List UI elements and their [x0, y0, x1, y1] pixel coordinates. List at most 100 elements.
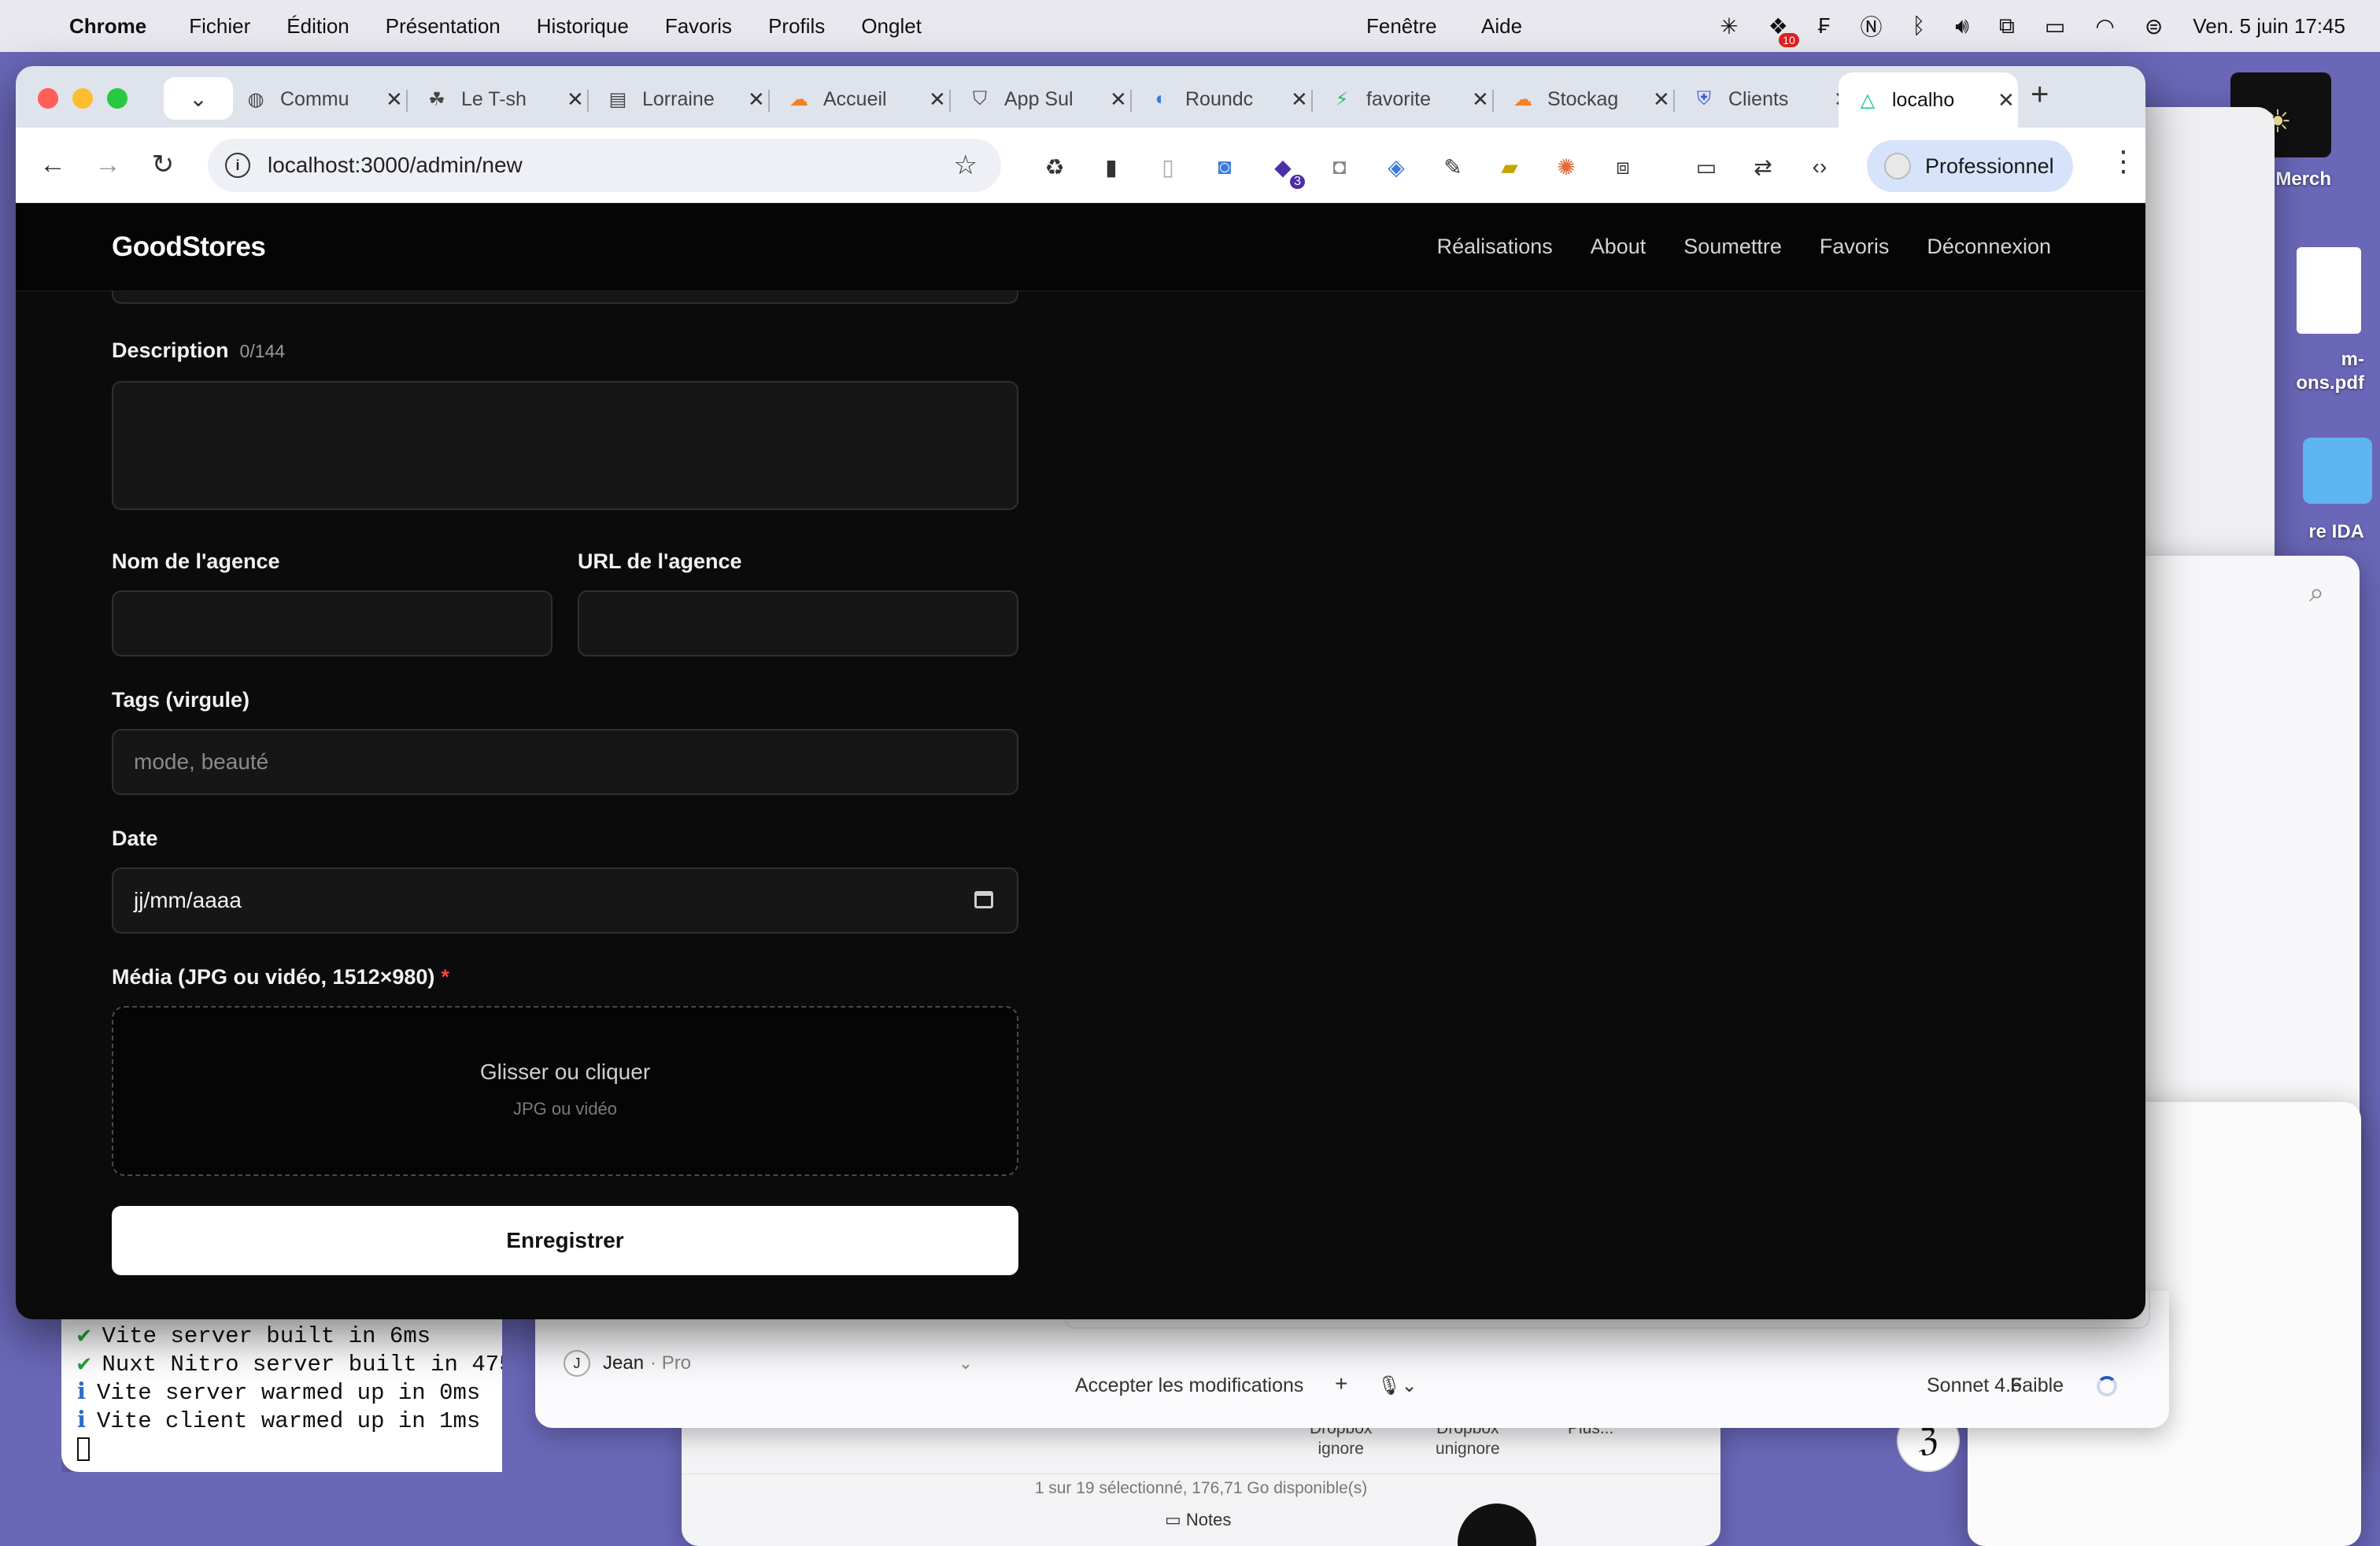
- chevron-down-icon[interactable]: ⌄: [959, 1353, 973, 1374]
- address-bar[interactable]: i localhost:3000/admin/new ☆: [208, 139, 1001, 192]
- more-menu-icon[interactable]: ⋮: [2109, 145, 2138, 178]
- tags-input[interactable]: mode, beauté: [112, 729, 1018, 795]
- starburst-extension-icon[interactable]: ✺: [1550, 151, 1582, 183]
- tab-search-button[interactable]: ⌄: [164, 77, 233, 120]
- menu-profils[interactable]: Profils: [768, 14, 825, 39]
- site-info-icon[interactable]: i: [225, 153, 250, 178]
- menu-fenetre[interactable]: Fenêtre: [1366, 14, 1437, 39]
- nav-deconnexion[interactable]: Déconnexion: [1927, 235, 2051, 259]
- agency-name-input[interactable]: [112, 590, 552, 656]
- microphone-icon[interactable]: 🎙︎⌄: [1377, 1374, 1417, 1397]
- notion-icon[interactable]: Ⓝ: [1860, 10, 1882, 42]
- wifi-icon[interactable]: ◠: [2095, 13, 2114, 39]
- back-icon[interactable]: ←: [33, 145, 72, 184]
- dark-circle-button[interactable]: [1458, 1503, 1536, 1546]
- profile-button[interactable]: Professionnel: [1867, 140, 2073, 192]
- close-window-button[interactable]: [38, 88, 58, 109]
- menu-app-chrome[interactable]: Chrome: [69, 14, 146, 39]
- zoom-window-button[interactable]: [107, 88, 128, 109]
- save-button[interactable]: Enregistrer: [112, 1206, 1018, 1275]
- tab-1[interactable]: ☘ Le T-sh ✕: [408, 76, 587, 123]
- tab-strip: ⌄ ◍ Commu ✕ ☘ Le T-sh ✕ ▤ Lorraine ✕ ☁ Accueil ✕…: [16, 66, 2145, 128]
- chrome-window: ⌄ ◍ Commu ✕ ☘ Le T-sh ✕ ▤ Lorraine ✕ ☁ Accueil ✕…: [16, 66, 2145, 1319]
- description-textarea[interactable]: [112, 381, 1018, 510]
- agency-url-input[interactable]: [578, 590, 1018, 656]
- previous-field-edge[interactable]: [112, 291, 1018, 304]
- menu-edition[interactable]: Édition: [286, 14, 349, 39]
- date-input[interactable]: jj/mm/aaaa: [112, 867, 1018, 934]
- volume-icon[interactable]: 🔊︎: [1955, 13, 1969, 39]
- close-tab-icon[interactable]: ✕: [1653, 87, 1670, 112]
- diamond-extension-icon[interactable]: ◆ 3: [1267, 151, 1305, 189]
- close-tab-icon[interactable]: ✕: [929, 87, 946, 112]
- agency-name-label: Nom de l'agence: [112, 549, 280, 573]
- close-tab-icon[interactable]: ✕: [1110, 87, 1127, 112]
- tab-4[interactable]: ⛉ App Sul ✕: [951, 76, 1130, 123]
- finder-path[interactable]: ▭ Notes: [1165, 1510, 1231, 1530]
- dropzone-subtitle: JPG ou vidéo: [512, 1099, 618, 1119]
- forward-icon[interactable]: →: [88, 145, 128, 184]
- close-tab-icon[interactable]: ✕: [1998, 88, 2015, 113]
- menu-fichier[interactable]: Fichier: [189, 14, 250, 39]
- outlook-extension-icon[interactable]: ◙: [1209, 151, 1240, 183]
- close-tab-icon[interactable]: ✕: [748, 87, 765, 112]
- screen-mirror-icon[interactable]: ⧉: [1999, 13, 2015, 39]
- tab-3[interactable]: ☁ Accueil ✕: [770, 76, 949, 123]
- extensions-puzzle-icon[interactable]: ⧈: [1607, 151, 1639, 183]
- clock[interactable]: Ven. 5 juin 17:45: [2193, 14, 2345, 39]
- menu-aide[interactable]: Aide: [1481, 14, 1522, 39]
- search-icon[interactable]: ⌕: [2309, 578, 2324, 608]
- blank-extension-icon[interactable]: ▯: [1152, 151, 1184, 183]
- nav-realisations[interactable]: Réalisations: [1437, 235, 1553, 259]
- control-center-icon[interactable]: ⊜: [2145, 13, 2163, 39]
- media-dropzone[interactable]: Glisser ou cliquer JPG ou vidéo: [112, 1006, 1018, 1176]
- nav-about[interactable]: About: [1591, 235, 1646, 259]
- model-selector[interactable]: Sonnet 4.6: [1927, 1374, 2022, 1397]
- accept-changes-button[interactable]: Accepter les modifications: [1075, 1374, 1303, 1397]
- battery-icon[interactable]: ▭: [2045, 13, 2065, 39]
- effort-selector[interactable]: Faible: [2010, 1374, 2064, 1397]
- bookmark-star-icon[interactable]: ☆: [954, 150, 978, 181]
- tag-extension-icon[interactable]: ◈: [1380, 151, 1412, 183]
- menu-favoris[interactable]: Favoris: [665, 14, 732, 39]
- camera-extension-icon[interactable]: ◘: [1324, 151, 1355, 183]
- menu-bar: Chrome Fichier Édition Présentation Hist…: [0, 0, 2380, 52]
- tab-5[interactable]: ◐ Roundc ✕: [1132, 76, 1311, 123]
- code-icon[interactable]: ‹›: [1804, 151, 1835, 183]
- desktop-folder-ida[interactable]: re IDA: [2267, 438, 2380, 543]
- date-placeholder: jj/mm/aaaa: [134, 888, 242, 912]
- menu-presentation[interactable]: Présentation: [386, 14, 501, 39]
- close-tab-icon[interactable]: ✕: [1291, 87, 1308, 112]
- reload-icon[interactable]: ↻: [143, 145, 183, 184]
- folder-extension-icon[interactable]: ▰: [1494, 151, 1525, 183]
- menu-historique[interactable]: Historique: [537, 14, 629, 39]
- tab-2[interactable]: ▤ Lorraine ✕: [589, 76, 768, 123]
- minimize-window-button[interactable]: [72, 88, 93, 109]
- new-tab-button[interactable]: +: [2031, 77, 2049, 113]
- devices-icon[interactable]: ▭: [1691, 151, 1722, 183]
- tab-7[interactable]: ☁ Stockag ✕: [1494, 76, 1673, 123]
- calendar-icon[interactable]: [974, 891, 993, 908]
- menu-onglet[interactable]: Onglet: [861, 14, 922, 39]
- nav-favoris[interactable]: Favoris: [1820, 235, 1890, 259]
- close-tab-icon[interactable]: ✕: [567, 87, 584, 112]
- dropbox-icon[interactable]: ❖ 10: [1768, 13, 1799, 47]
- tab-6[interactable]: ⚡ favorite ✕: [1313, 76, 1492, 123]
- bluetooth-icon[interactable]: ᛒ: [1912, 13, 1925, 39]
- pen-extension-icon[interactable]: ✎: [1437, 151, 1469, 183]
- assistant-user-row[interactable]: J Jean · Pro ⌄: [551, 1340, 992, 1387]
- translate-icon[interactable]: ⇄: [1747, 151, 1779, 183]
- close-tab-icon[interactable]: ✕: [1472, 87, 1489, 112]
- terminal-cursor: [77, 1437, 90, 1461]
- recycle-extension-icon[interactable]: ♻: [1039, 151, 1070, 183]
- dark-extension-icon[interactable]: ▮: [1096, 151, 1127, 183]
- tab-8[interactable]: ⛨Clients✕: [1675, 76, 1854, 123]
- site-logo[interactable]: GoodStores: [112, 231, 266, 263]
- asterisk-icon[interactable]: ✳: [1720, 13, 1738, 39]
- close-tab-icon[interactable]: ✕: [386, 87, 403, 112]
- tab-0[interactable]: ◍ Commu ✕: [227, 76, 406, 123]
- tab-9-active[interactable]: △ localho ✕: [1839, 72, 2018, 128]
- add-icon[interactable]: +: [1335, 1371, 1347, 1396]
- nav-soumettre[interactable]: Soumettre: [1683, 235, 1782, 259]
- figma-icon[interactable]: ₣: [1818, 13, 1831, 39]
